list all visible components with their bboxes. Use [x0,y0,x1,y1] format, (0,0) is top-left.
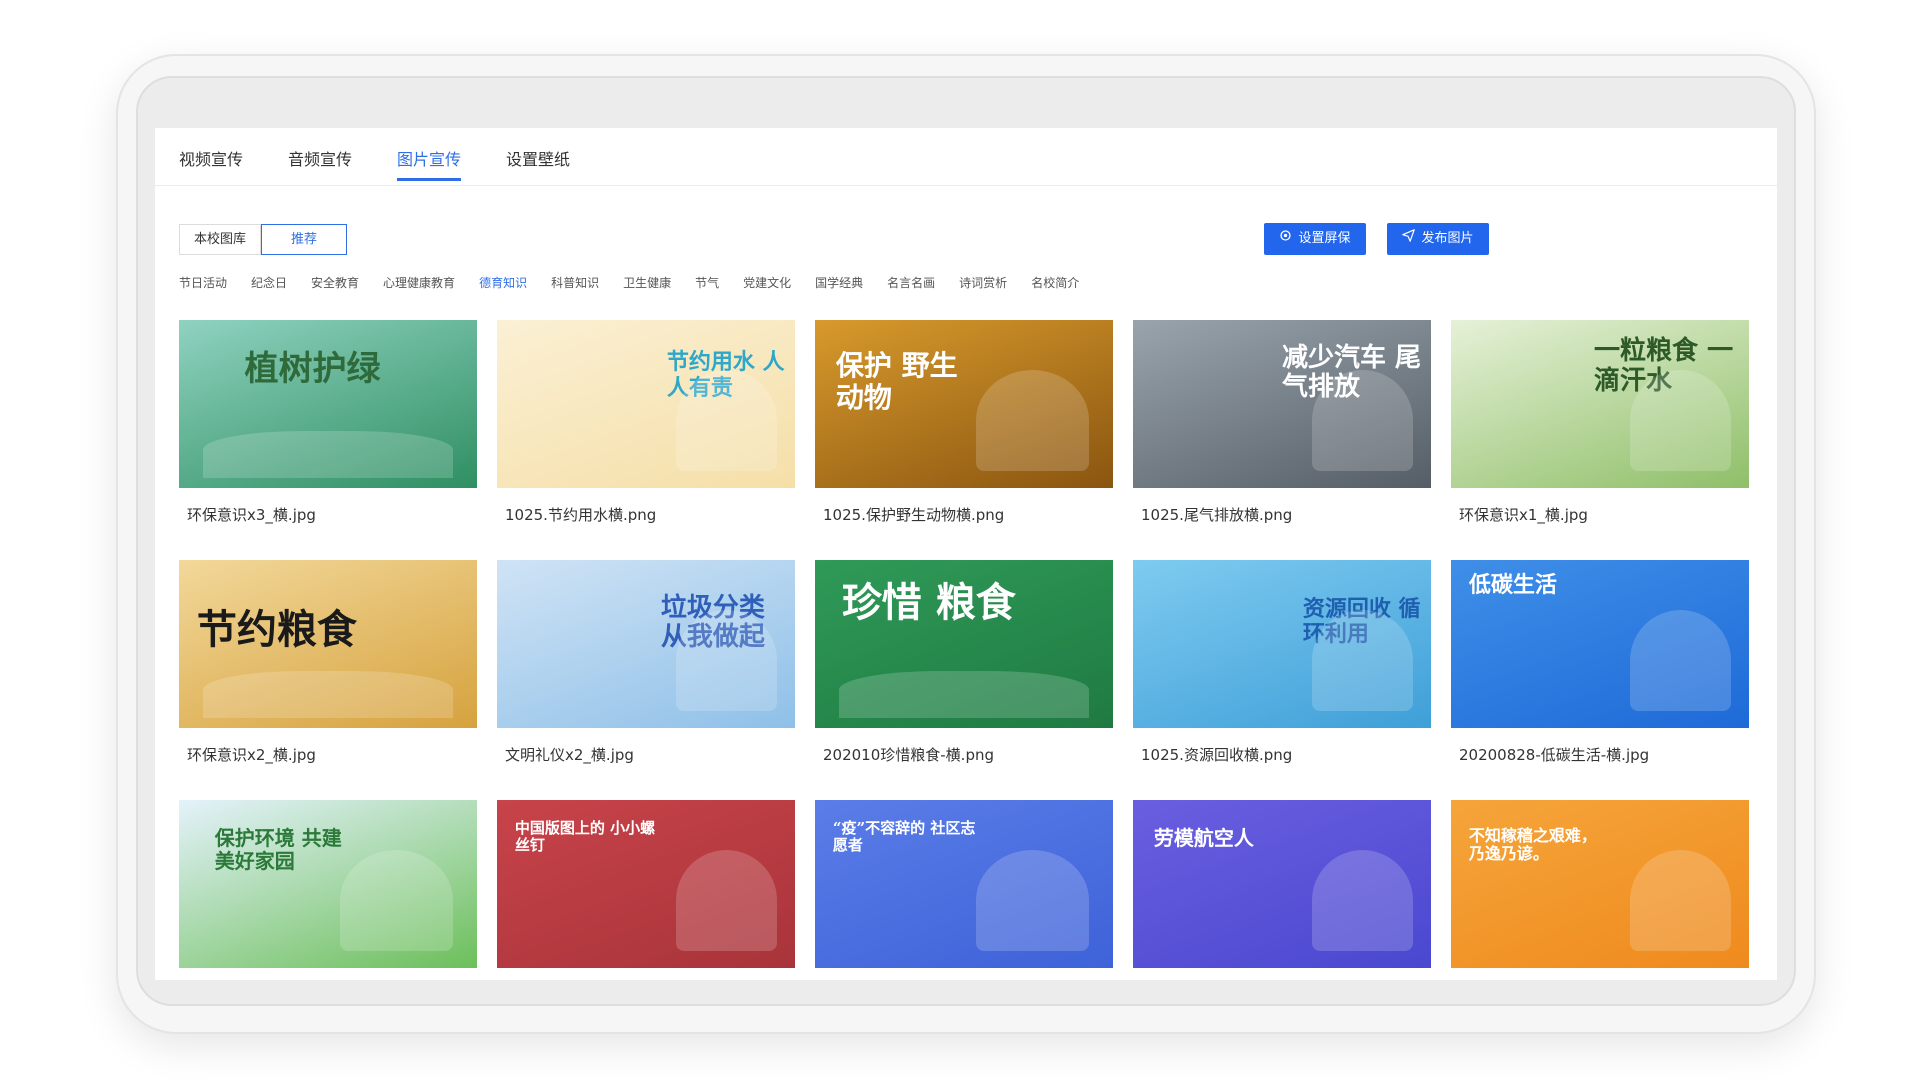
category-safety[interactable]: 安全教育 [311,274,359,294]
category-famous-quotes[interactable]: 名言名画 [887,274,935,294]
image-card[interactable]: 节约粮食环保意识x2_横.jpg [179,560,477,765]
image-card[interactable]: 植树护绿环保意识x3_横.jpg [179,320,477,525]
image-filename: 1025.保护野生动物横.png [823,506,1005,524]
poster-title: 劳模航空人 [1153,825,1254,850]
image-card[interactable]: 减少汽车 尾气排放 1025.尾气排放横.png [1133,320,1431,525]
image-filename: 环保意识x1_横.jpg [1459,506,1588,524]
app-screen: 视频宣传 音频宣传 图片宣传 设置壁纸 本校图库 推荐 设置屏保 发布图片 节日… [155,128,1777,980]
poster-illustration [675,850,778,952]
image-card[interactable]: 保护 野生动物 1025.保护野生动物横.png [815,320,1113,525]
category-classics[interactable]: 国学经典 [815,274,863,294]
poster-illustration [1629,850,1732,952]
poster-illustration [975,850,1090,952]
image-card[interactable]: 资源回收 循环利用 1025.资源回收横.png [1133,560,1431,765]
publish-image-label: 发布图片 [1421,231,1474,246]
category-anniversary[interactable]: 纪念日 [251,274,287,294]
poster-title: 保护环境 共建美好家园 [214,825,342,873]
image-thumbnail[interactable]: 资源回收 循环利用 [1133,560,1431,728]
image-thumbnail[interactable]: 一粒粮食 一滴汗水 [1451,320,1749,488]
top-tab-bar: 视频宣传 音频宣传 图片宣传 设置壁纸 [155,128,1777,186]
image-thumbnail[interactable]: 垃圾分类 从我做起 [497,560,795,728]
poster-title: 保护 野生动物 [835,349,958,415]
category-science[interactable]: 科普知识 [551,274,599,294]
tab-audio[interactable]: 音频宣传 [288,146,352,170]
poster-illustration [975,370,1090,472]
category-solar-terms[interactable]: 节气 [695,274,719,294]
image-card[interactable]: 珍惜 粮食 202010珍惜粮食-横.png [815,560,1113,765]
publish-image-button[interactable]: 发布图片 [1387,223,1489,255]
poster-illustration [1629,610,1732,712]
image-card[interactable]: 低碳生活 20200828-低碳生活-横.jpg [1451,560,1749,765]
image-filename: 20200828-低碳生活-横.jpg [1459,746,1650,764]
image-filename: 文明礼仪x2_横.jpg [505,746,634,764]
tab-image[interactable]: 图片宣传 [397,146,462,181]
poster-illustration [1311,370,1414,472]
image-card[interactable]: 一粒粮食 一滴汗水环保意识x1_横.jpg [1451,320,1749,525]
poster-illustration [202,670,454,718]
poster-illustration [675,610,778,712]
poster-title: 不知稼穑之艰难， 乃逸乃谚。 [1468,825,1597,864]
image-filename: 1025.资源回收横.png [1141,746,1293,764]
category-schools[interactable]: 名校简介 [1031,274,1079,294]
tab-video[interactable]: 视频宣传 [179,146,243,170]
image-thumbnail[interactable]: 低碳生活 [1451,560,1749,728]
category-party-culture[interactable]: 党建文化 [743,274,791,294]
poster-illustration [1629,370,1732,472]
image-card[interactable]: 中国版图上的 小小螺丝钉 [497,800,795,980]
image-card[interactable]: 节约用水 人人有责 1025.节约用水横.png [497,320,795,525]
set-screensaver-label: 设置屏保 [1298,231,1351,246]
set-screensaver-button[interactable]: 设置屏保 [1264,223,1366,255]
poster-title: 节约粮食 [196,606,357,654]
image-thumbnail[interactable]: 节约粮食 [179,560,477,728]
image-filename: 202010珍惜粮食-横.png [823,746,994,764]
image-thumbnail[interactable]: 减少汽车 尾气排放 [1133,320,1431,488]
image-thumbnail[interactable]: 珍惜 粮食 [815,560,1113,728]
image-filename: 1025.尾气排放横.png [1141,506,1293,524]
settings-icon [1279,223,1292,255]
poster-illustration [675,370,778,472]
poster-illustration [339,850,454,952]
image-thumbnail[interactable]: 保护环境 共建美好家园 [179,800,477,968]
category-hygiene[interactable]: 卫生健康 [623,274,671,294]
recommended-library-button[interactable]: 推荐 [261,224,348,255]
image-card[interactable]: 不知稼穑之艰难， 乃逸乃谚。 [1451,800,1749,980]
image-card[interactable]: “疫”不容辞的 社区志愿者 [815,800,1113,980]
image-thumbnail[interactable]: “疫”不容辞的 社区志愿者 [815,800,1113,968]
image-filename: 环保意识x2_横.jpg [187,746,316,764]
poster-illustration [838,670,1090,718]
image-thumbnail[interactable]: 中国版图上的 小小螺丝钉 [497,800,795,968]
poster-title: “疫”不容辞的 社区志愿者 [832,819,976,855]
poster-title: 中国版图上的 小小螺丝钉 [514,819,656,855]
tab-wallpaper[interactable]: 设置壁纸 [506,146,570,170]
image-thumbnail[interactable]: 节约用水 人人有责 [497,320,795,488]
image-thumbnail[interactable]: 保护 野生动物 [815,320,1113,488]
image-filename: 环保意识x3_横.jpg [187,506,316,524]
image-card[interactable]: 保护环境 共建美好家园 [179,800,477,980]
category-poetry[interactable]: 诗词赏析 [959,274,1007,294]
poster-title: 低碳生活 [1468,572,1557,599]
poster-title: 珍惜 粮食 [841,579,1016,627]
image-thumbnail[interactable]: 植树护绿 [179,320,477,488]
image-thumbnail[interactable]: 劳模航空人 [1133,800,1431,968]
poster-title: 植树护绿 [244,349,381,390]
category-festival[interactable]: 节日活动 [179,274,227,294]
image-card[interactable]: 劳模航空人 [1133,800,1431,980]
category-moral[interactable]: 德育知识 [479,274,527,294]
image-thumbnail[interactable]: 不知稼穑之艰难， 乃逸乃谚。 [1451,800,1749,968]
library-toggle: 本校图库 推荐 [179,224,348,255]
category-filter: 节日活动 纪念日 安全教育 心理健康教育 德育知识 科普知识 卫生健康 节气 党… [179,274,1103,294]
local-library-button[interactable]: 本校图库 [179,224,262,255]
category-mental-health[interactable]: 心理健康教育 [383,274,455,294]
poster-illustration [202,430,454,478]
image-card[interactable]: 垃圾分类 从我做起文明礼仪x2_横.jpg [497,560,795,765]
poster-illustration [1311,850,1414,952]
image-filename: 1025.节约用水横.png [505,506,657,524]
send-icon [1402,223,1416,255]
poster-illustration [1311,610,1414,712]
